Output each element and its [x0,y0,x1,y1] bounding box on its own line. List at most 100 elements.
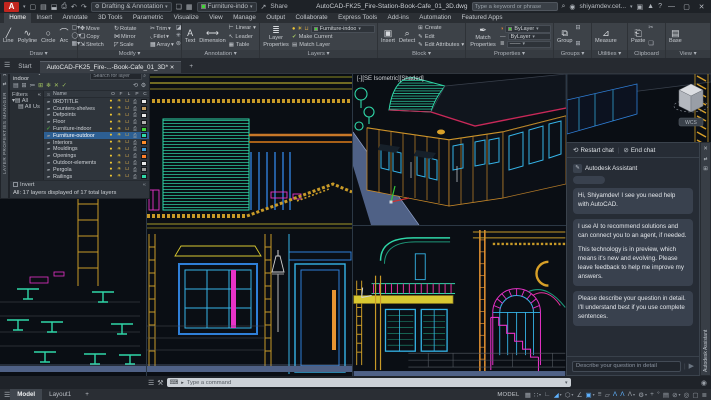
layer-search-input[interactable] [90,74,143,80]
layer-states-icon[interactable]: ≔ [29,83,35,89]
transfer-icon[interactable]: ❏ [176,3,182,11]
layer-freeze-icon[interactable]: ☀ [115,147,123,152]
table-button[interactable]: ▦ Table [229,42,257,48]
share-icon[interactable]: ↗ [261,3,267,11]
layer-lock-icon[interactable]: ⊔ [123,161,131,166]
layer-color-swatch[interactable] [141,99,147,105]
layer-off-icon[interactable]: ● [292,26,295,32]
layer-color-swatch[interactable] [141,167,147,173]
layer-on-icon[interactable]: ● [107,99,115,104]
panel-title-draw[interactable]: Draw ▾ [0,50,77,58]
file-tab-menu-icon[interactable]: ☰ [4,58,10,73]
layer-on-icon[interactable]: ● [107,106,115,111]
layer-plot-icon[interactable]: ⎙ [131,133,139,139]
layer-color-swatch[interactable] [141,112,147,118]
refresh-icon[interactable]: ⟲ [133,83,138,89]
trim-button[interactable]: ✂ Trim ▾ [150,25,171,33]
layer-plot-icon[interactable]: ⎙ [131,146,139,152]
layer-plot-icon[interactable]: ⎙ [131,112,139,118]
layer-lock-icon[interactable]: ⊔ [123,127,131,132]
layer-on-icon[interactable]: ● [107,120,115,125]
close-button[interactable]: ✕ [696,3,707,11]
layer-lock-icon[interactable]: ⊔ [123,99,131,104]
panel-title-view[interactable]: View ▾ [666,50,710,58]
ungroup-icon[interactable]: ⊟ [576,25,581,32]
command-input[interactable] [186,379,563,386]
layer-row[interactable]: ▰ Outdoor-elements ● ☀ ⊔ ⎙ [44,160,149,167]
layer-lock-icon[interactable]: ⊔ [123,106,131,111]
invert-filter-row[interactable]: Invert « [10,180,149,189]
layer-freeze-icon[interactable]: ☀ [115,120,123,125]
layer-on-icon[interactable]: ● [107,140,115,145]
layer-row[interactable]: ▰ Mouldings ● ☀ ⊔ ⎙ [44,146,149,153]
status-annotation-scale-icon[interactable]: Λ ▾ [628,391,635,398]
new-layout-button[interactable]: + [78,389,96,400]
linetype-dropdown[interactable]: ByLayer ▾ [507,32,551,41]
rotate-button[interactable]: ↻ Rotate [114,25,146,33]
explode-icon[interactable]: ✳ [176,33,182,40]
status-clean-screen-icon[interactable]: ▢ [692,391,698,399]
layer-color-swatch[interactable] [141,140,147,146]
ribbon-tab-insert[interactable]: Insert [31,13,57,23]
line-button[interactable]: ╱ Line [2,24,15,49]
collapse-icon[interactable]: « [38,92,41,98]
layer-freeze-icon[interactable]: ☀ [115,127,123,132]
close-icon[interactable]: ✕ [2,74,7,78]
circle-button[interactable]: ○ Circle [40,24,56,49]
layer-row[interactable]: ▰ Openings ● ☀ ⊔ ⎙ [44,153,149,160]
layer-plot-icon[interactable]: ⎙ [131,106,139,112]
ribbon-tab-view[interactable]: View [204,13,228,23]
layer-freeze-icon[interactable]: ☀ [115,154,123,159]
edit-block-button[interactable]: ✎ Edit [418,34,464,40]
edit-attributes-button[interactable]: ✎ Edit Attributes ▾ [418,42,464,48]
ribbon-tab-featured-apps[interactable]: Featured Apps [456,13,507,23]
command-field[interactable]: ⌨ ▸ ▾ [166,378,571,387]
close-tab-icon[interactable]: ✕ [170,65,175,71]
layer-freeze-icon[interactable]: ☀ [115,99,123,104]
layer-color-swatch[interactable] [141,174,147,180]
status-lock-ui-icon[interactable]: ⊘ ▾ [672,391,680,399]
new-drawing-tab-button[interactable]: + [182,61,200,73]
layer-freeze-icon[interactable]: ☀ [297,26,302,32]
ribbon-tab-annotate[interactable]: Annotate [57,13,93,23]
layer-row[interactable]: ▰ Floor ● ☀ ⊔ ⎙ [44,119,149,126]
assistant-vertical-label[interactable]: Autodesk Assistant [703,176,709,372]
delete-layer-icon[interactable]: ✕ [54,83,59,89]
layer-freeze-icon[interactable]: ☀ [115,113,123,118]
drawing-tab[interactable]: AutoCAD-FK25_Fire-...-Book-Cafe_01_3D* ✕ [39,61,182,73]
layer-on-icon[interactable]: ● [107,167,115,172]
properties-icon[interactable]: ⊞ [703,166,708,172]
workspace-switcher[interactable]: ⚙ Drafting & Annotation ▾ [90,1,172,12]
layer-on-icon[interactable]: ● [107,133,115,138]
layer-lock-icon[interactable]: ⊔ [123,140,131,145]
text-button[interactable]: A Text [184,24,196,49]
app-menu-caret-icon[interactable]: ▾ [23,4,26,10]
ribbon-tab-automation[interactable]: Automation [414,13,456,23]
linear-button[interactable]: ⊢ Linear ▾ [229,25,257,31]
layer-freeze-icon[interactable]: ☀ [115,106,123,111]
layer-freeze-icon[interactable]: ☀ [115,161,123,166]
ribbon-tab-output[interactable]: Output [261,13,290,23]
layer-plot-icon[interactable]: ⎙ [131,160,139,166]
layout1-tab[interactable]: Layout1 [42,389,78,400]
minimize-button[interactable]: — [666,3,677,10]
layer-lock-icon[interactable]: ⊔ [123,147,131,152]
layer-color-swatch[interactable] [141,133,147,139]
customize-icon[interactable]: ⚒ [157,379,163,387]
filter-all-used[interactable]: ▤ All Us [12,104,41,110]
layer-on-icon[interactable]: ● [107,161,115,166]
create-block-button[interactable]: ⊞ Create [418,25,464,31]
autocad-logo[interactable]: A [4,1,19,12]
auto-hide-icon[interactable]: ⇄ [3,81,7,87]
leader-button[interactable]: ↖ Leader [229,34,257,40]
lineweight-dropdown[interactable]: —— ▾ [506,40,551,48]
status-object-snap-icon[interactable]: ▣ ▾ [586,391,595,399]
layer-color-swatch[interactable] [141,126,147,132]
layer-lock-icon[interactable]: ⊔ [123,174,131,179]
move-button[interactable]: ✥ Move [80,25,110,33]
layer-on-icon[interactable]: ● [107,147,115,152]
help-search-input[interactable] [471,2,558,11]
layer-row[interactable]: ▰ Defpoints ● ☀ ⊔ ⎙ [44,112,149,119]
layer-plot-icon[interactable]: ⎙ [131,167,139,173]
restart-chat-button[interactable]: ⟲ Restart chat [573,146,614,155]
